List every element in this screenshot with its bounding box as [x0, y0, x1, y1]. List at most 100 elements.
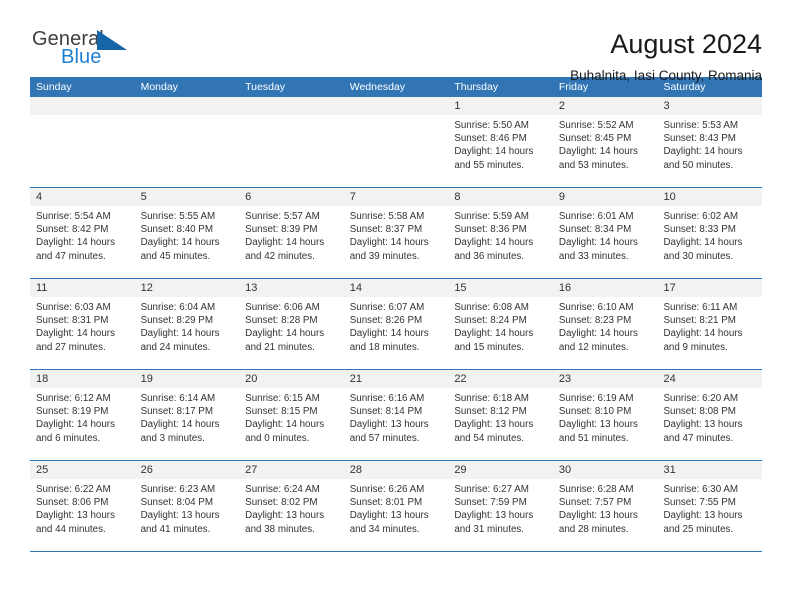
day-cell[interactable]: Sunrise: 6:19 AM Sunset: 8:10 PM Daylight:… — [553, 388, 658, 460]
day-cell[interactable]: Sunrise: 6:15 AM Sunset: 8:15 PM Daylight:… — [239, 388, 344, 460]
day-cell-empty — [344, 115, 449, 187]
day-cell[interactable]: Sunrise: 6:20 AM Sunset: 8:08 PM Daylight:… — [657, 388, 762, 460]
day-number[interactable]: 25 — [30, 461, 135, 479]
day-cell[interactable]: Sunrise: 6:07 AM Sunset: 8:26 PM Daylight:… — [344, 297, 449, 369]
day-number[interactable]: 19 — [135, 370, 240, 388]
day-cell[interactable]: Sunrise: 5:57 AM Sunset: 8:39 PM Daylight:… — [239, 206, 344, 278]
general-blue-logo[interactable]: General Blue — [30, 28, 150, 74]
day-detail-line: and 34 minutes. — [349, 523, 420, 535]
day-number[interactable]: 26 — [135, 461, 240, 479]
day-number[interactable]: 12 — [135, 279, 240, 297]
day-cell[interactable]: Sunrise: 6:03 AM Sunset: 8:31 PM Daylight:… — [30, 297, 135, 369]
day-detail-line: Daylight: 14 hours — [245, 237, 325, 249]
day-number[interactable]: 11 — [30, 279, 135, 297]
day-number[interactable]: 31 — [657, 461, 762, 479]
day-number[interactable]: 6 — [239, 188, 344, 206]
day-detail-line: Sunset: 8:45 PM — [558, 133, 632, 145]
day-number[interactable]: 10 — [657, 188, 762, 206]
day-detail-line: and 47 minutes. — [36, 250, 106, 262]
day-detail-line: Daylight: 14 hours — [663, 328, 743, 340]
day-detail-line: and 0 minutes. — [245, 432, 310, 444]
day-number[interactable]: 21 — [344, 370, 449, 388]
day-cell[interactable]: Sunrise: 6:04 AM Sunset: 8:29 PM Daylight:… — [135, 297, 240, 369]
day-number[interactable]: 1 — [448, 97, 553, 115]
day-detail-line: Daylight: 13 hours — [663, 510, 743, 522]
day-number[interactable]: 18 — [30, 370, 135, 388]
day-cell[interactable]: Sunrise: 6:12 AM Sunset: 8:19 PM Daylight:… — [30, 388, 135, 460]
day-number[interactable]: 2 — [553, 97, 658, 115]
day-number[interactable]: 15 — [448, 279, 553, 297]
day-detail-line: and 38 minutes. — [245, 523, 315, 535]
day-cell[interactable]: Sunrise: 5:55 AM Sunset: 8:40 PM Daylight:… — [135, 206, 240, 278]
day-detail-line: Sunrise: 6:01 AM — [558, 211, 634, 222]
day-cell[interactable]: Sunrise: 6:06 AM Sunset: 8:28 PM Daylight:… — [239, 297, 344, 369]
day-detail-line: Sunrise: 6:12 AM — [36, 393, 111, 404]
day-of-week-tuesday: Tuesday — [245, 81, 286, 93]
day-cell[interactable]: Sunrise: 6:08 AM Sunset: 8:24 PM Daylight:… — [448, 297, 553, 369]
day-detail-line: and 27 minutes. — [36, 341, 106, 353]
day-number[interactable]: 14 — [344, 279, 449, 297]
day-detail-line: Sunset: 8:24 PM — [454, 315, 527, 327]
day-cell[interactable]: Sunrise: 5:50 AM Sunset: 8:46 PM Daylight:… — [448, 115, 553, 187]
day-number[interactable]: 17 — [657, 279, 762, 297]
day-cell[interactable]: Sunrise: 6:27 AM Sunset: 7:59 PM Daylight:… — [448, 479, 553, 551]
day-cell[interactable]: Sunrise: 5:54 AM Sunset: 8:42 PM Daylight:… — [30, 206, 135, 278]
day-number[interactable]: 9 — [553, 188, 658, 206]
day-number[interactable]: 8 — [448, 188, 553, 206]
day-detail-line: Sunrise: 5:55 AM — [140, 211, 216, 222]
day-cell[interactable]: Sunrise: 6:16 AM Sunset: 8:14 PM Daylight:… — [344, 388, 449, 460]
day-number[interactable]: 7 — [344, 188, 449, 206]
day-number[interactable]: 27 — [239, 461, 344, 479]
day-cell[interactable]: Sunrise: 5:58 AM Sunset: 8:37 PM Daylight:… — [344, 206, 449, 278]
day-detail-line: Sunrise: 6:15 AM — [245, 393, 320, 404]
day-cell[interactable]: Sunrise: 6:28 AM Sunset: 7:57 PM Daylight:… — [553, 479, 658, 551]
day-cell[interactable]: Sunrise: 6:02 AM Sunset: 8:33 PM Daylight:… — [657, 206, 762, 278]
day-detail-line: and 24 minutes. — [140, 341, 211, 353]
day-detail-line: Sunset: 7:57 PM — [558, 497, 632, 509]
day-cell[interactable]: Sunrise: 6:10 AM Sunset: 8:23 PM Daylight:… — [553, 297, 658, 369]
day-detail-line: Sunset: 8:19 PM — [36, 406, 109, 418]
day-number[interactable]: 28 — [344, 461, 449, 479]
day-detail-line: Sunrise: 6:26 AM — [349, 484, 425, 495]
day-detail-line: and 42 minutes. — [245, 250, 315, 262]
day-cell[interactable]: Sunrise: 6:01 AM Sunset: 8:34 PM Daylight:… — [553, 206, 658, 278]
day-cell[interactable]: Sunrise: 6:30 AM Sunset: 7:55 PM Daylight:… — [657, 479, 762, 551]
day-of-week-header: Sunday Monday Tuesday Wednesday Thursday Frid… — [30, 77, 762, 97]
day-detail-line: Daylight: 14 hours — [558, 328, 638, 340]
day-detail-line: and 55 minutes. — [454, 159, 525, 171]
day-detail-line: Daylight: 14 hours — [36, 328, 115, 340]
calendar-week-row: 4 5 6 7 8 9 10 Sunrise: 5:54 AM Sunset: 8:42 PM D… — [30, 188, 762, 279]
day-cell[interactable]: Sunrise: 6:24 AM Sunset: 8:02 PM Daylight:… — [239, 479, 344, 551]
day-detail-line: Daylight: 13 hours — [454, 419, 534, 431]
day-number[interactable]: 24 — [657, 370, 762, 388]
day-cell[interactable]: Sunrise: 5:52 AM Sunset: 8:45 PM Daylight:… — [553, 115, 658, 187]
day-number[interactable]: 3 — [657, 97, 762, 115]
day-number[interactable]: 29 — [448, 461, 553, 479]
day-cell[interactable]: Sunrise: 6:22 AM Sunset: 8:06 PM Daylight:… — [30, 479, 135, 551]
day-of-week-friday: Friday — [558, 81, 589, 93]
day-number[interactable]: 20 — [239, 370, 344, 388]
day-number[interactable]: 16 — [553, 279, 658, 297]
day-cell[interactable]: Sunrise: 5:59 AM Sunset: 8:36 PM Daylight:… — [448, 206, 553, 278]
day-detail-line: Sunset: 8:31 PM — [36, 315, 109, 327]
day-cell[interactable]: Sunrise: 6:14 AM Sunset: 8:17 PM Daylight:… — [135, 388, 240, 460]
day-cell[interactable]: Sunrise: 6:23 AM Sunset: 8:04 PM Daylight:… — [135, 479, 240, 551]
day-cell[interactable]: Sunrise: 6:11 AM Sunset: 8:21 PM Daylight:… — [657, 297, 762, 369]
week-detail-band: Sunrise: 5:50 AM Sunset: 8:46 PM Daylight:… — [30, 115, 762, 187]
day-detail-line: Sunset: 8:23 PM — [558, 315, 632, 327]
day-detail-line: Sunset: 8:02 PM — [245, 497, 318, 509]
day-detail-line: Sunrise: 6:11 AM — [663, 302, 738, 313]
day-number[interactable]: 5 — [135, 188, 240, 206]
day-cell[interactable]: Sunrise: 6:18 AM Sunset: 8:12 PM Daylight:… — [448, 388, 553, 460]
day-cell[interactable]: Sunrise: 5:53 AM Sunset: 8:43 PM Daylight:… — [657, 115, 762, 187]
day-detail-line: Sunset: 8:28 PM — [245, 315, 318, 327]
day-number[interactable]: 22 — [448, 370, 553, 388]
calendar-grid: Sunday Monday Tuesday Wednesday Thursday Frid… — [30, 77, 762, 552]
day-number[interactable]: 4 — [30, 188, 135, 206]
day-number[interactable]: 13 — [239, 279, 344, 297]
day-number[interactable]: 30 — [553, 461, 658, 479]
day-detail-line: Sunset: 8:12 PM — [454, 406, 527, 418]
day-detail-line: Sunset: 8:33 PM — [663, 224, 736, 236]
day-cell[interactable]: Sunrise: 6:26 AM Sunset: 8:01 PM Daylight:… — [344, 479, 449, 551]
day-number[interactable]: 23 — [553, 370, 658, 388]
